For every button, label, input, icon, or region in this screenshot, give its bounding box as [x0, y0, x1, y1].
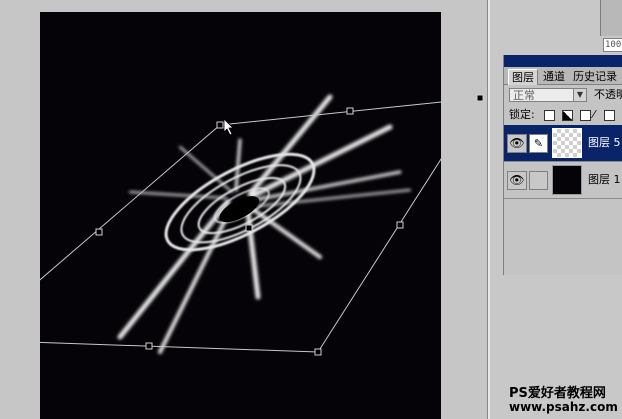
- layer-thumbnail: [552, 165, 582, 195]
- lock-image-checkbox[interactable]: [562, 110, 573, 121]
- panel-tabs: 图层 通道 历史记录: [504, 67, 622, 85]
- zoom-input[interactable]: 100: [603, 38, 622, 52]
- layer-name: 图层 5: [588, 136, 621, 149]
- starburst-artwork: [117, 94, 411, 354]
- layer-row-1[interactable]: 👁 图层 1: [504, 162, 622, 199]
- lock-row: 锁定: ⁄: [504, 105, 622, 125]
- navigator-strip: [600, 0, 622, 36]
- brush-icon[interactable]: ✎: [529, 134, 548, 153]
- blend-mode-value: 正常: [513, 89, 535, 102]
- blend-row: 正常 ▼ 不透明: [504, 85, 622, 105]
- lock-label: 锁定:: [509, 108, 535, 121]
- layer-thumbnail: [552, 128, 582, 158]
- tab-channels[interactable]: 通道: [540, 69, 568, 84]
- link-slot[interactable]: [529, 171, 548, 190]
- eye-icon[interactable]: 👁: [507, 171, 527, 190]
- watermark-url: www.psahz.com: [509, 400, 618, 414]
- layers-panel: 图层 通道 历史记录 正常 ▼ 不透明 锁定: ⁄ 👁 ✎ 图层 5 👁 图层 …: [503, 55, 622, 275]
- opacity-label: 不透明: [594, 88, 622, 101]
- lock-position-checkbox[interactable]: [580, 110, 591, 121]
- watermark: PS爱好者教程网 www.psahz.com: [509, 382, 622, 419]
- lock-all-checkbox[interactable]: [604, 110, 615, 121]
- brush-lock-icon: ⁄: [593, 108, 595, 121]
- tab-layers[interactable]: 图层: [508, 69, 538, 85]
- lock-transparency-checkbox[interactable]: [544, 110, 555, 121]
- tab-history[interactable]: 历史记录: [570, 69, 620, 84]
- layer-row-5[interactable]: 👁 ✎ 图层 5: [504, 125, 622, 162]
- panel-titlebar[interactable]: [504, 55, 622, 67]
- image-canvas[interactable]: [40, 12, 441, 419]
- eye-icon[interactable]: 👁: [507, 134, 527, 153]
- blend-mode-select[interactable]: 正常 ▼: [509, 88, 587, 102]
- chevron-down-icon[interactable]: ▼: [573, 89, 586, 101]
- layer-name: 图层 1: [588, 173, 621, 186]
- watermark-title: PS爱好者教程网: [509, 386, 606, 401]
